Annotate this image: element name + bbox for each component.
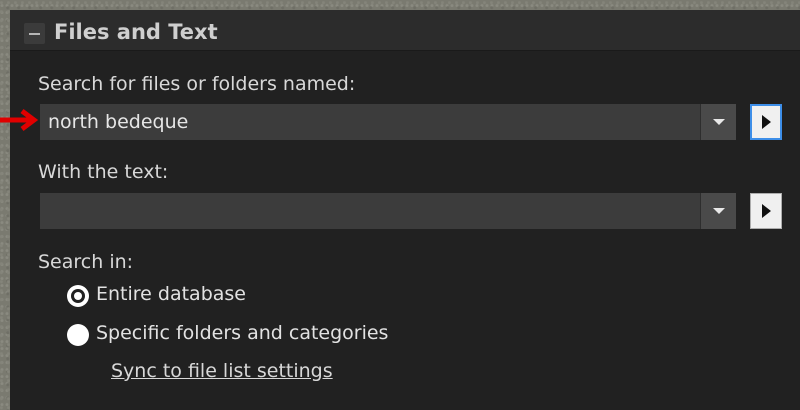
files-and-text-panel: Files and Text Search for files or folde…	[10, 10, 800, 410]
panel-header: Files and Text	[10, 10, 800, 51]
text-search-label: With the text:	[38, 161, 169, 183]
text-search-combo[interactable]	[40, 193, 736, 229]
name-search-dropdown-button[interactable]	[700, 104, 736, 140]
name-search-go-button[interactable]	[750, 104, 782, 140]
play-arrow-icon	[762, 115, 771, 129]
play-arrow-icon	[762, 204, 771, 218]
radio-entire-database-label[interactable]: Entire database	[96, 283, 246, 305]
name-search-input[interactable]	[40, 104, 700, 140]
collapse-minus-icon[interactable]	[24, 23, 45, 44]
text-search-input[interactable]	[40, 193, 700, 229]
name-search-label: Search for files or folders named:	[38, 73, 356, 95]
search-in-label: Search in:	[38, 251, 134, 273]
radio-button-unchecked[interactable]	[67, 324, 89, 346]
red-arrow-icon	[0, 109, 39, 131]
sync-file-list-link[interactable]: Sync to file list settings	[111, 360, 333, 382]
radio-specific-folders-label[interactable]: Specific folders and categories	[96, 322, 388, 344]
chevron-down-icon	[713, 208, 725, 214]
panel-title: Files and Text	[54, 20, 218, 44]
text-search-dropdown-button[interactable]	[700, 193, 736, 229]
text-search-go-button[interactable]	[750, 193, 782, 229]
chevron-down-icon	[713, 119, 725, 125]
name-search-combo[interactable]	[40, 104, 736, 140]
radio-button-checked[interactable]	[67, 285, 89, 307]
